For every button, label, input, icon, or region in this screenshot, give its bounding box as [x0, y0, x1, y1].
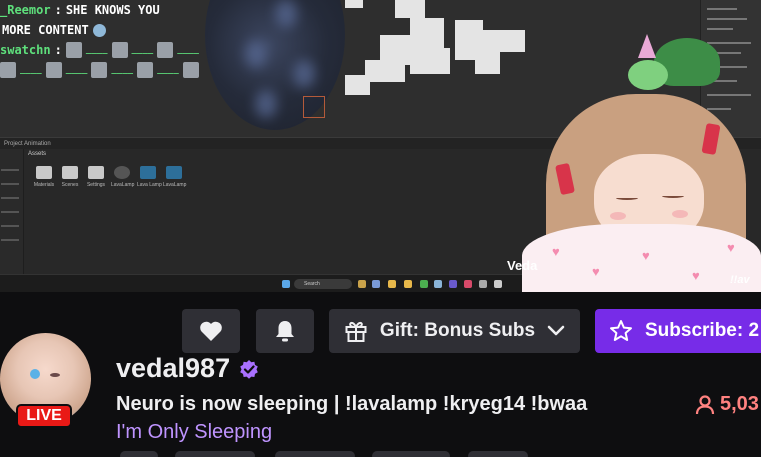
start-icon — [282, 280, 290, 288]
person-icon — [695, 394, 715, 414]
app-icon — [464, 280, 472, 288]
app-icon — [479, 280, 487, 288]
app-icon — [494, 280, 502, 288]
gift-icon — [345, 321, 367, 342]
tag-chip[interactable] — [468, 451, 528, 457]
gift-subs-button[interactable]: Gift: Bonus Subs — [329, 309, 580, 353]
stream-video-player[interactable]: _Reemor: SHE KNOWS YOU MORE CONTENT swat… — [0, 0, 761, 292]
emote-icon — [45, 62, 62, 78]
taskbar-search: Search — [294, 279, 352, 289]
chat-text: SHE KNOWS YOU — [65, 3, 160, 17]
overlay-watermark: !!av — [730, 274, 750, 286]
asset-item: Lava Lamp — [137, 166, 162, 188]
prefab-icon — [140, 166, 156, 179]
chat-message: MORE CONTENT — [0, 20, 200, 40]
assets-header: Assets — [28, 151, 47, 157]
asset-item: LavaLamp — [163, 166, 186, 188]
live-badge: LIVE — [16, 404, 72, 428]
emote-icon — [91, 62, 108, 78]
channel-name[interactable]: vedal987 — [116, 353, 230, 384]
folder-icon — [36, 166, 52, 179]
gift-subs-label: Gift: Bonus Subs — [379, 320, 536, 341]
subscribe-label: Subscribe: 2 — [645, 320, 760, 341]
emote-icon — [182, 62, 199, 78]
tag-chip[interactable] — [372, 451, 450, 457]
folder-icon — [62, 166, 78, 179]
viewer-count-value: 5,03 — [720, 393, 759, 415]
chat-message: swatchn: ____ ____ ____ — [0, 40, 200, 60]
bell-icon — [276, 321, 294, 342]
notifications-button[interactable] — [256, 309, 314, 353]
chat-username: _Reemor — [0, 3, 51, 17]
emote-icon — [157, 42, 174, 58]
chat-text: MORE CONTENT — [2, 23, 89, 37]
turtle-hat-sprite — [628, 34, 720, 92]
emote-icon — [65, 42, 82, 58]
app-icon — [404, 280, 412, 288]
subscribe-button[interactable]: Subscribe: 2 — [595, 309, 761, 353]
verified-badge-icon — [240, 360, 258, 379]
app-icon — [420, 280, 428, 288]
selection-gizmo — [303, 96, 325, 118]
asset-item: LavaLamp — [111, 166, 134, 188]
follow-button[interactable] — [182, 309, 240, 353]
app-icon — [372, 280, 380, 288]
tag-chip[interactable] — [275, 451, 355, 457]
category-link[interactable]: I'm Only Sleeping — [116, 421, 272, 444]
emote-icon — [137, 62, 154, 78]
asset-item: Materials — [33, 166, 55, 188]
emote-icon — [92, 23, 106, 37]
star-icon — [610, 320, 632, 341]
app-icon — [449, 280, 457, 288]
emote-icon — [0, 62, 16, 78]
overlay-watermark: Veda — [507, 258, 538, 273]
hierarchy-panel — [0, 149, 24, 274]
asset-item: Scenes — [59, 166, 81, 188]
stream-title: Neuro is now sleeping | !lavalamp !kryeg… — [116, 393, 588, 415]
chat-message: _Reemor: SHE KNOWS YOU — [0, 0, 200, 20]
chat-overlay: _Reemor: SHE KNOWS YOU MORE CONTENT swat… — [0, 0, 200, 80]
chevron-down-icon — [547, 325, 565, 336]
tag-chip[interactable] — [175, 451, 255, 457]
vtuber-avatar: ♥ ♥ ♥ ♥ ♥ — [522, 34, 761, 292]
folder-icon — [388, 280, 396, 288]
asset-item: Settings — [85, 166, 107, 188]
emote-icon — [111, 42, 128, 58]
viewer-count: 5,03 — [694, 393, 759, 416]
chat-username: swatchn — [0, 43, 51, 57]
tag-chip[interactable] — [120, 451, 158, 457]
chat-message: ____ ____ ____ ____ — [0, 60, 200, 80]
app-icon — [434, 280, 442, 288]
folder-icon — [88, 166, 104, 179]
heart-icon — [200, 321, 222, 341]
app-icon — [358, 280, 366, 288]
cube-icon — [166, 166, 182, 179]
material-icon — [114, 166, 130, 179]
